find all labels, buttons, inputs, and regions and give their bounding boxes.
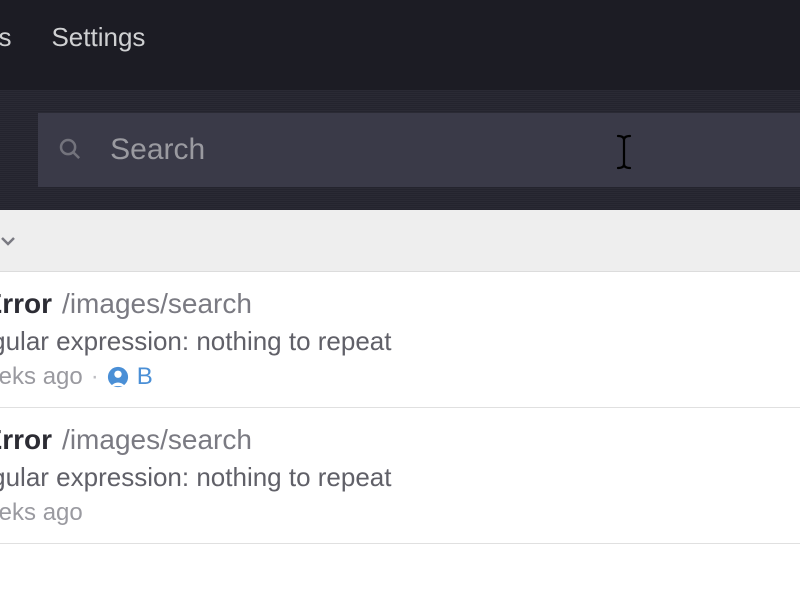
chevron-down-icon[interactable] xyxy=(0,229,20,253)
separator-dot: · xyxy=(91,363,99,391)
nav-item-issues[interactable]: es xyxy=(0,22,11,53)
user-avatar-icon xyxy=(107,366,129,388)
error-time: weeks ago xyxy=(0,499,83,527)
error-message: regular expression: nothing to repeat xyxy=(0,326,800,357)
search-bar-container xyxy=(0,90,800,210)
filter-bar xyxy=(0,210,800,272)
search-box[interactable] xyxy=(38,113,800,187)
error-message: regular expression: nothing to repeat xyxy=(0,462,800,493)
error-time: weeks ago xyxy=(0,363,83,391)
user-initial: B xyxy=(137,363,153,391)
error-meta: weeks ago · B xyxy=(0,363,800,391)
nav-item-settings[interactable]: Settings xyxy=(51,22,145,53)
error-path: /images/search xyxy=(62,288,252,320)
error-list: xError /images/search regular expression… xyxy=(0,272,800,544)
error-meta: weeks ago xyxy=(0,499,800,527)
search-icon xyxy=(58,137,82,163)
error-item[interactable]: xError /images/search regular expression… xyxy=(0,408,800,544)
error-item[interactable]: xError /images/search regular expression… xyxy=(0,272,800,408)
error-path: /images/search xyxy=(62,424,252,456)
error-type: xError xyxy=(0,288,52,320)
top-navigation: es Settings xyxy=(0,0,800,90)
search-input[interactable] xyxy=(110,133,800,167)
error-type: xError xyxy=(0,424,52,456)
